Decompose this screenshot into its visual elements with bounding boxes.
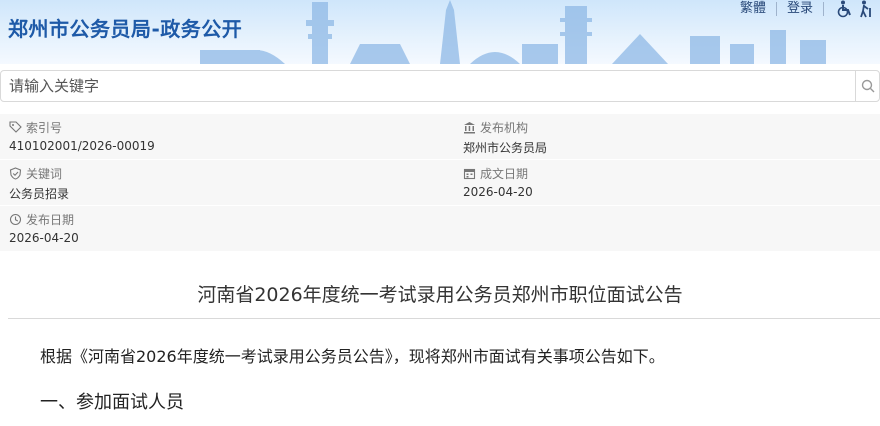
meta-created-date: 成文日期 2026-04-20 [454, 160, 880, 206]
meta-row: 发布日期 2026-04-20 [0, 206, 880, 252]
title-divider [8, 318, 880, 319]
meta-publish-date: 发布日期 2026-04-20 [0, 206, 454, 252]
meta-row: 索引号 410102001/2026-00019 发布机构 郑州市公务员局 [0, 114, 880, 160]
index-no-value: 410102001/2026-00019 [9, 139, 155, 153]
shield-check-icon [9, 167, 22, 180]
search-icon [861, 79, 874, 93]
site-title[interactable]: 郑州市公务员局-政务公开 [8, 13, 242, 42]
header-banner: 郑州市公务员局-政务公开 繁體 登录 [0, 0, 880, 64]
article-title: 河南省2026年度统一考试录用公务员郑州市职位面试公告 [197, 284, 683, 306]
created-date-label: 成文日期 [480, 167, 529, 181]
index-no-label: 索引号 [26, 121, 63, 135]
meta-keywords: 关键词 公务员招录 [0, 160, 454, 206]
publisher-value: 郑州市公务员局 [463, 141, 548, 155]
meta-index-no: 索引号 410102001/2026-00019 [0, 114, 454, 160]
created-date-value: 2026-04-20 [463, 185, 533, 199]
keywords-value: 公务员招录 [9, 187, 70, 201]
clock-icon [9, 213, 22, 226]
document-meta: 索引号 410102001/2026-00019 发布机构 郑州市公务员局 关键… [0, 114, 880, 252]
traditional-chinese-link[interactable]: 繁體 [730, 2, 777, 16]
old-person-icon[interactable] [858, 0, 874, 18]
login-link[interactable]: 登录 [777, 2, 824, 16]
article-intro: 根据《河南省2026年度统一考试录用公务员公告》，现将郑州市面试有关事项公告如下… [40, 347, 665, 366]
keywords-label: 关键词 [26, 167, 63, 181]
search-bar [0, 70, 880, 102]
publish-date-value: 2026-04-20 [9, 231, 79, 245]
wheelchair-icon[interactable] [836, 0, 854, 18]
publisher-label: 发布机构 [480, 121, 529, 135]
meta-publisher: 发布机构 郑州市公务员局 [454, 114, 880, 160]
calendar-icon [463, 168, 476, 180]
search-input[interactable] [9, 75, 829, 97]
section-heading: 一、参加面试人员 [40, 392, 184, 413]
meta-row: 关键词 公务员招录 成文日期 2026-04-20 [0, 160, 880, 206]
tag-icon [9, 121, 22, 133]
publish-date-label: 发布日期 [26, 213, 75, 227]
institution-icon [464, 122, 475, 134]
accessibility-tools [824, 0, 880, 18]
top-links: 繁體 登录 [730, 0, 880, 18]
search-button[interactable] [855, 71, 879, 101]
